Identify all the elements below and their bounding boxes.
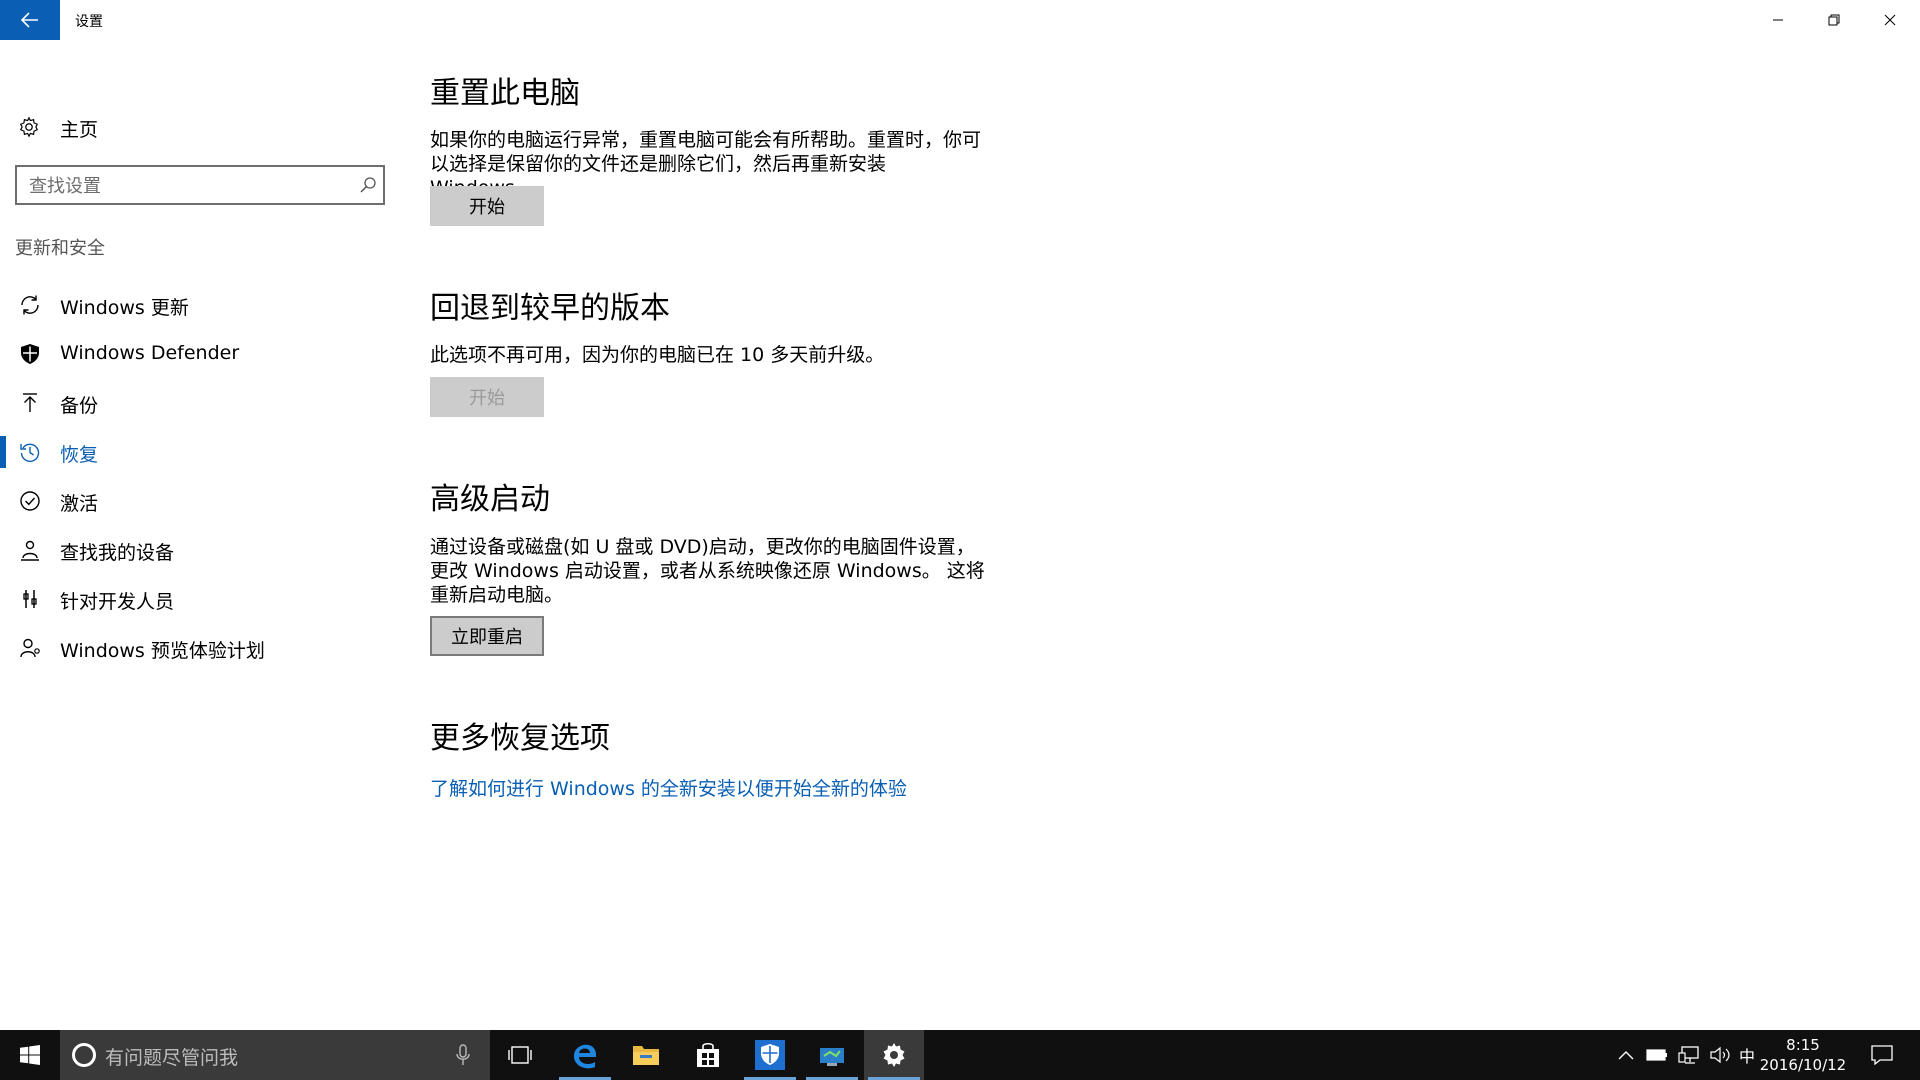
sidebar-item-backup[interactable]: 备份 <box>0 379 400 427</box>
taskbar-edge-browser[interactable] <box>555 1030 615 1080</box>
sidebar-item-label: Windows 预览体验计划 <box>60 640 265 662</box>
back-button[interactable] <box>0 0 60 40</box>
section-label: 更新和安全 <box>15 238 105 259</box>
edge-browser-icon <box>573 1044 596 1069</box>
microphone-icon[interactable] <box>453 1043 473 1067</box>
reset-pc-heading: 重置此电脑 <box>430 76 580 111</box>
store-bag-icon <box>697 1042 719 1067</box>
start-button[interactable] <box>0 1030 60 1080</box>
taskbar-screen-app[interactable] <box>802 1030 862 1080</box>
history-icon <box>18 440 42 464</box>
gear-icon <box>19 116 39 138</box>
more-recovery-heading: 更多恢复选项 <box>430 721 610 756</box>
notification-icon <box>1871 1045 1893 1065</box>
sidebar-item-label: 针对开发人员 <box>60 591 175 613</box>
close-icon <box>1884 14 1896 26</box>
sidebar-item-windows-insider[interactable]: Windows 预览体验计划 <box>0 624 400 672</box>
sidebar-item-label: 查找我的设备 <box>60 542 175 564</box>
cortana-placeholder: 有问题尽管问我 <box>105 1047 239 1069</box>
taskbar-settings[interactable] <box>864 1030 924 1080</box>
sidebar-item-label: 备份 <box>60 395 99 417</box>
sidebar-item-label: Windows Defender <box>60 342 240 364</box>
title-bar: 设置 <box>0 0 1920 40</box>
chevron-up-icon <box>1618 1051 1634 1060</box>
show-hidden-icons-button[interactable] <box>1612 1030 1640 1080</box>
clean-install-link[interactable]: 了解如何进行 Windows 的全新安装以便开始全新的体验 <box>430 774 907 801</box>
task-view-button[interactable] <box>490 1030 550 1080</box>
upload-arrow-icon <box>18 391 42 415</box>
minimize-icon <box>1773 19 1783 21</box>
insider-person-icon <box>18 636 42 660</box>
battery-icon <box>1646 1049 1667 1061</box>
restore-icon <box>1828 14 1840 26</box>
sync-icon <box>18 293 42 317</box>
sidebar-item-windows-defender[interactable]: Windows Defender <box>0 330 400 378</box>
defender-shield-icon <box>755 1040 785 1070</box>
sidebar-item-activation[interactable]: 激活 <box>0 477 400 525</box>
restart-now-button[interactable]: 立即重启 <box>430 616 544 656</box>
window-title: 设置 <box>75 14 103 30</box>
task-view-icon <box>508 1046 532 1064</box>
taskbar-store[interactable] <box>678 1030 738 1080</box>
sidebar-item-windows-update[interactable]: Windows 更新 <box>0 281 400 329</box>
rollback-heading: 回退到较早的版本 <box>430 291 670 326</box>
sidebar-item-for-developers[interactable]: 针对开发人员 <box>0 575 400 623</box>
home-label: 主页 <box>60 119 99 141</box>
tray-network[interactable] <box>1674 1030 1704 1080</box>
search-input[interactable] <box>29 174 349 198</box>
rollback-description: 此选项不再可用，因为你的电脑已在 10 多天前升级。 <box>430 344 885 366</box>
settings-gear-icon <box>883 1043 905 1067</box>
sidebar-item-label: 恢复 <box>60 444 99 466</box>
monitor-app-icon <box>820 1048 844 1066</box>
active-indicator <box>0 436 6 468</box>
sidebar-item-label: Windows 更新 <box>60 297 189 319</box>
windows-logo-icon <box>20 1045 40 1065</box>
sidebar-item-recovery[interactable]: 恢复 <box>0 428 400 476</box>
action-center-button[interactable] <box>1862 1030 1902 1080</box>
restore-button[interactable] <box>1806 0 1862 40</box>
close-button[interactable] <box>1862 0 1918 40</box>
sidebar-home[interactable]: 主页 <box>0 104 400 148</box>
folder-icon <box>633 1046 659 1065</box>
sidebar-item-find-my-device[interactable]: 查找我的设备 <box>0 526 400 574</box>
minimize-button[interactable] <box>1750 0 1806 40</box>
back-arrow-icon <box>21 12 38 28</box>
clock-date: 2016/10/12 <box>1759 1056 1847 1074</box>
taskbar: 有问题尽管问我 中 8:15 2016/10/12 <box>0 1030 1920 1080</box>
sidebar-item-label: 激活 <box>60 493 99 515</box>
speaker-volume-icon <box>1710 1046 1730 1064</box>
rollback-start-button[interactable]: 开始 <box>430 377 544 417</box>
tray-volume[interactable] <box>1706 1030 1734 1080</box>
tray-battery[interactable] <box>1642 1030 1672 1080</box>
cortana-search-box[interactable]: 有问题尽管问我 <box>60 1030 490 1080</box>
network-icon <box>1678 1046 1699 1064</box>
taskbar-windows-defender[interactable] <box>740 1030 800 1080</box>
clock-time: 8:15 <box>1786 1036 1820 1054</box>
person-location-icon <box>18 538 42 562</box>
advanced-startup-heading: 高级启动 <box>430 482 550 517</box>
settings-search-box[interactable] <box>15 165 385 205</box>
check-circle-icon <box>18 489 42 513</box>
tray-ime-indicator[interactable]: 中 <box>1736 1030 1758 1080</box>
advanced-startup-description: 通过设备或磁盘(如 U 盘或 DVD)启动，更改你的电脑固件设置，更改 Wind… <box>430 536 985 606</box>
tray-clock[interactable]: 8:15 2016/10/12 <box>1758 1035 1848 1075</box>
search-icon[interactable] <box>359 176 377 194</box>
reset-start-button[interactable]: 开始 <box>430 186 544 226</box>
cortana-circle-icon <box>72 1043 96 1067</box>
taskbar-file-explorer[interactable] <box>616 1030 676 1080</box>
developer-tools-icon <box>18 587 42 611</box>
shield-icon <box>18 342 42 366</box>
sidebar: 主页 更新和安全 Windows 更新 Windows Defender <box>0 40 400 1030</box>
